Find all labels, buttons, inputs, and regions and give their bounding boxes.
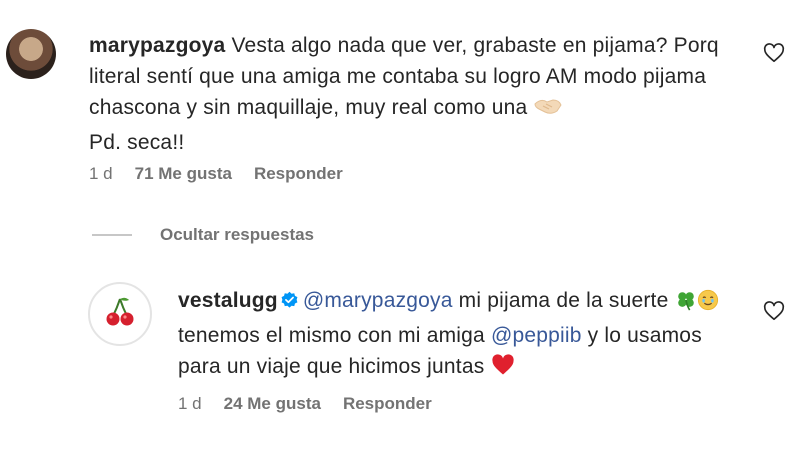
reply-button[interactable]: Responder bbox=[343, 394, 432, 414]
reply-time: 1 d bbox=[178, 394, 202, 413]
mention-link-2[interactable]: @peppiib bbox=[491, 324, 582, 347]
comment-body-line2: Pd. seca!! bbox=[89, 131, 185, 154]
comment-username[interactable]: marypazgoya bbox=[89, 34, 225, 57]
teary-smile-icon bbox=[697, 289, 719, 320]
four-leaf-clover-icon bbox=[675, 289, 697, 320]
avatar[interactable] bbox=[6, 29, 56, 79]
hide-replies-button[interactable]: Ocultar respuestas bbox=[92, 225, 314, 245]
heart-icon[interactable] bbox=[763, 300, 785, 322]
heart-icon[interactable] bbox=[763, 42, 785, 64]
like-count[interactable]: 71 Me gusta bbox=[135, 164, 232, 184]
cherries-icon bbox=[105, 296, 135, 333]
hide-replies-label: Ocultar respuestas bbox=[160, 225, 315, 244]
divider bbox=[92, 234, 132, 236]
reply-body-2: tenemos el mismo con mi amiga bbox=[178, 324, 491, 347]
handshake-icon bbox=[533, 94, 563, 127]
reply-meta: 1 d 24 Me gusta Responder bbox=[178, 394, 454, 414]
reply-username[interactable]: vestalugg bbox=[178, 289, 278, 312]
comment-text: marypazgoya Vesta algo nada que ver, gra… bbox=[89, 30, 739, 158]
avatar[interactable] bbox=[88, 282, 152, 346]
comment-meta: 1 d 71 Me gusta Responder bbox=[89, 164, 365, 184]
comment-time: 1 d bbox=[89, 164, 113, 183]
like-count[interactable]: 24 Me gusta bbox=[224, 394, 321, 414]
mention-link[interactable]: @marypazgoya bbox=[303, 289, 453, 312]
reply-button[interactable]: Responder bbox=[254, 164, 343, 184]
reply-text: vestalugg @marypazgoya mi pijama de la su… bbox=[178, 285, 738, 386]
red-heart-icon bbox=[490, 353, 516, 386]
verified-badge-icon bbox=[280, 288, 299, 308]
reply-body: mi pijama de la suerte bbox=[452, 289, 675, 312]
